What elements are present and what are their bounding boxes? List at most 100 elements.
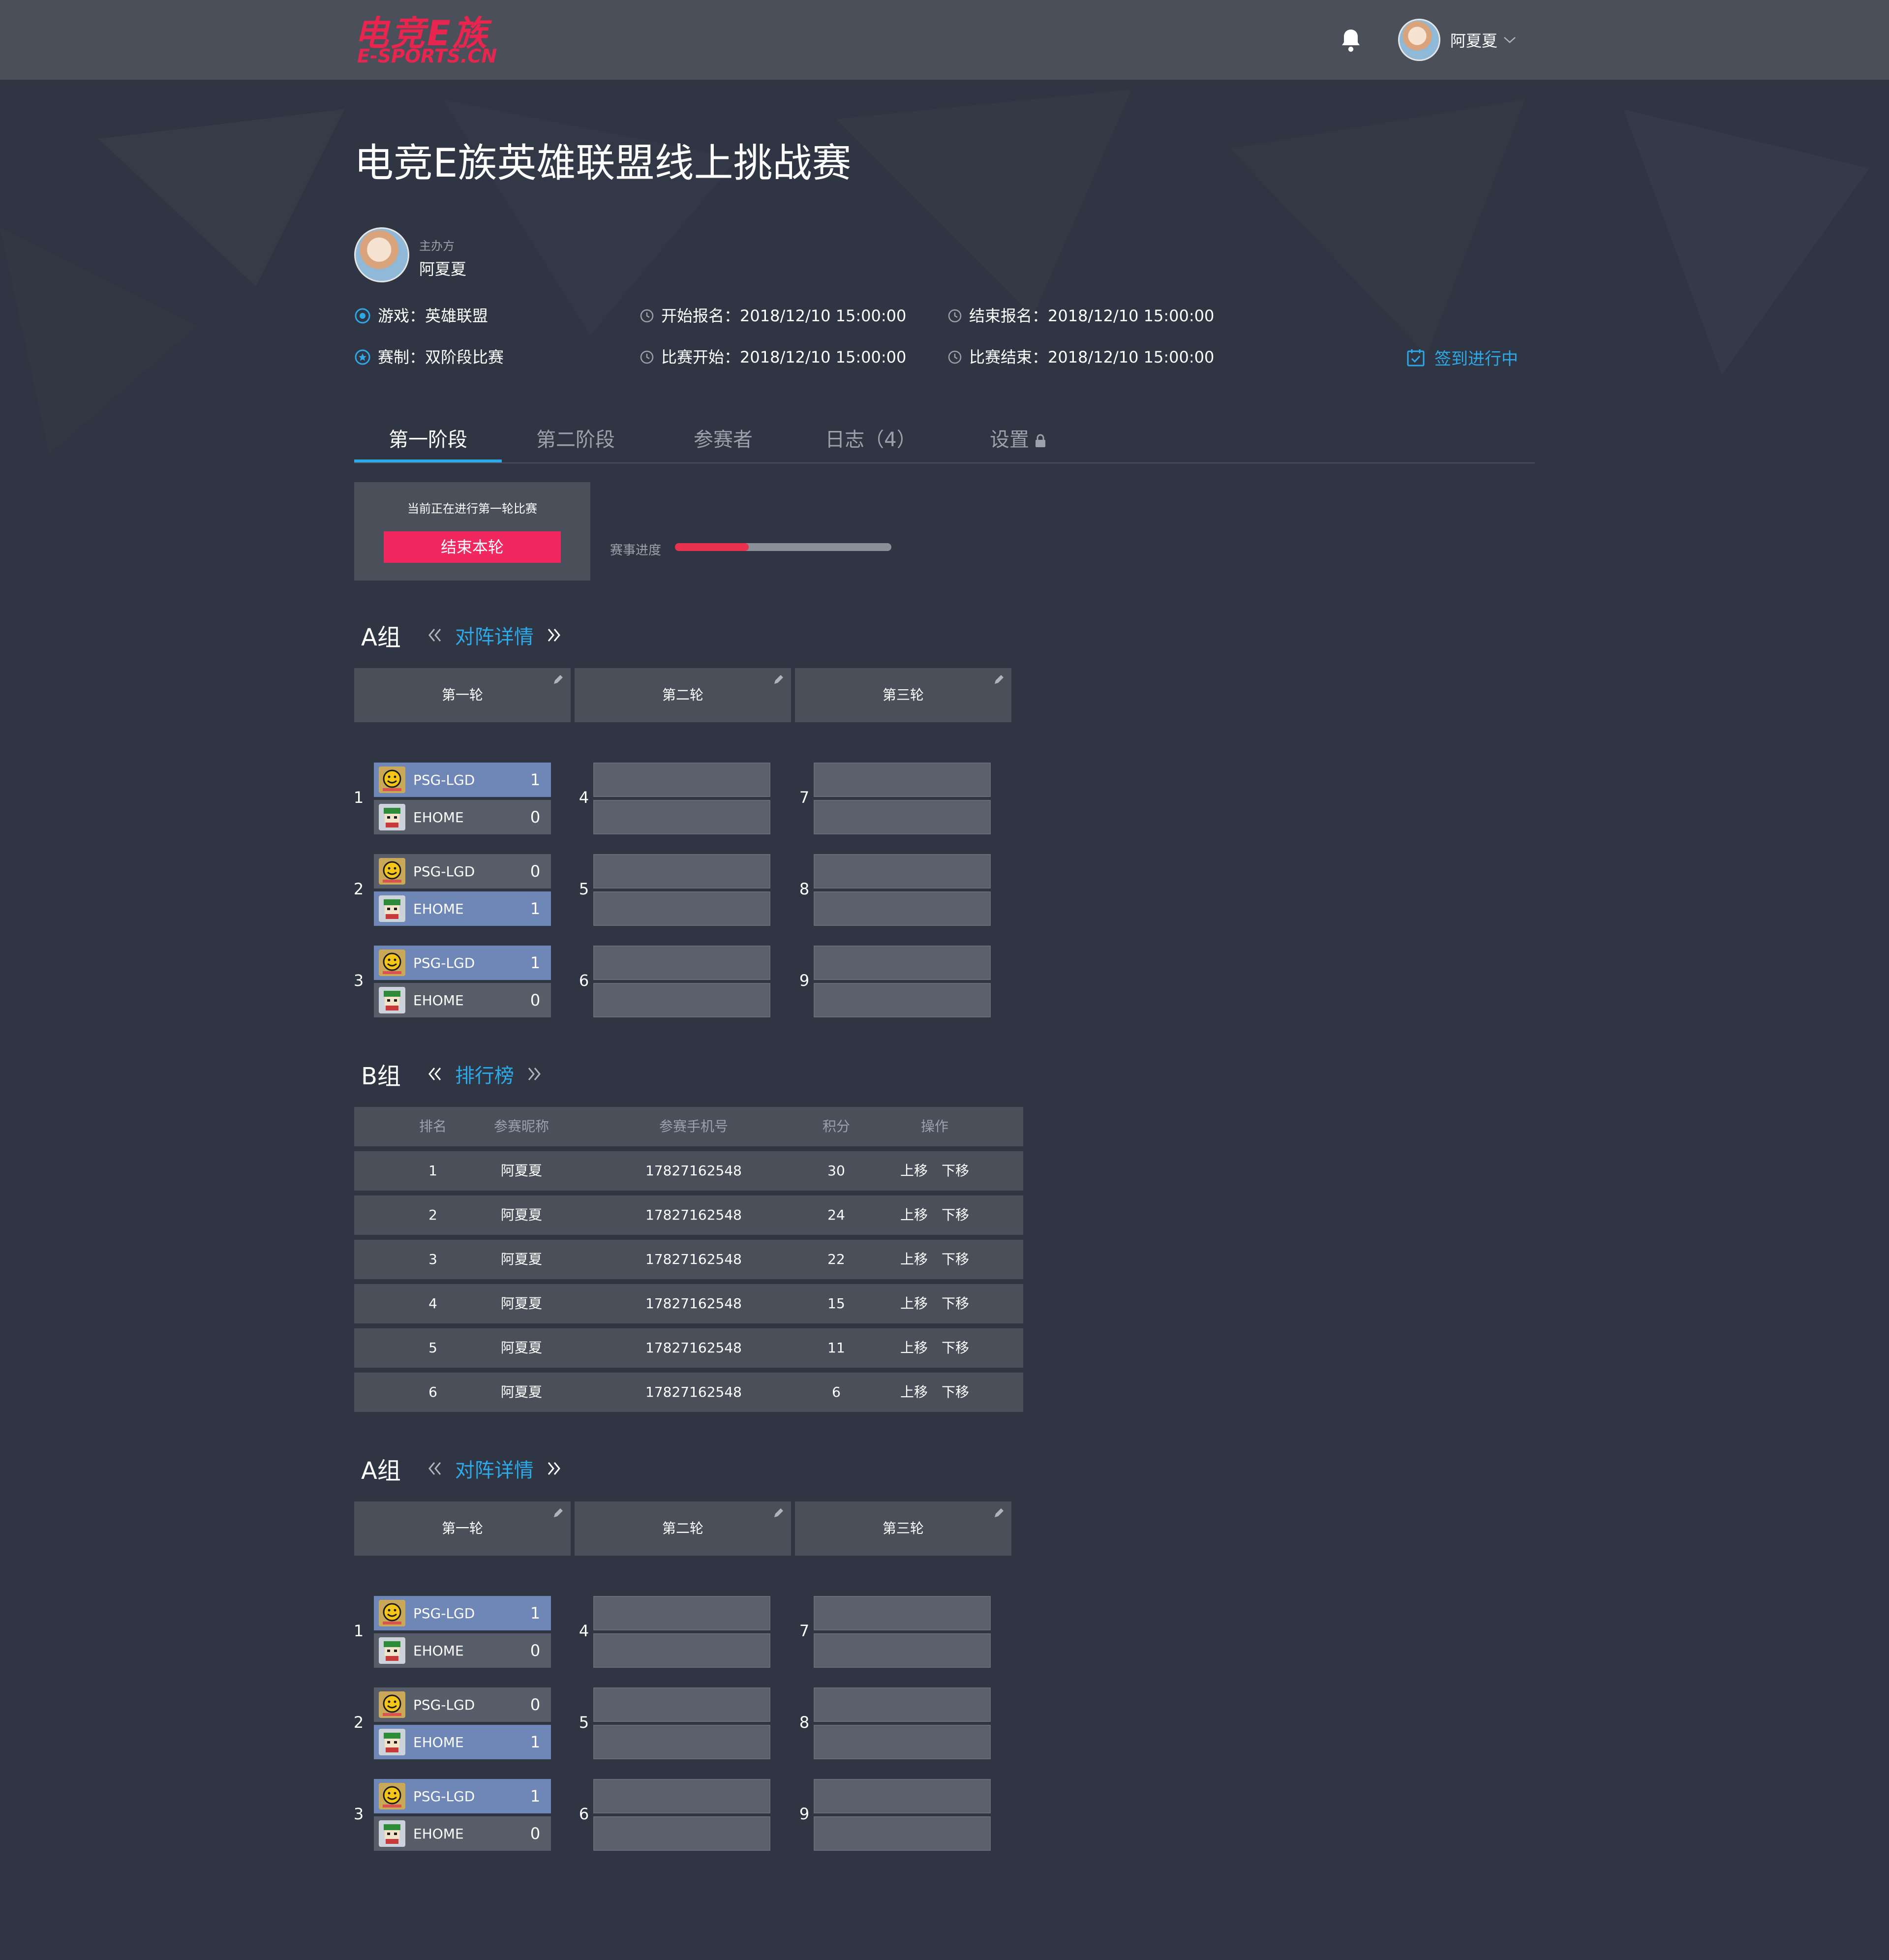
lock-icon (1036, 434, 1045, 447)
round-header[interactable]: 第一轮 (354, 668, 571, 722)
edit-pencil-icon[interactable] (552, 673, 565, 686)
empty-match-slot[interactable] (814, 854, 991, 888)
match-slot-team2[interactable]: EHOME 0 (374, 1633, 551, 1668)
match-number: 4 (579, 1622, 589, 1640)
move-down-button[interactable]: 下移 (942, 1328, 969, 1368)
empty-match-slot[interactable] (593, 1687, 770, 1722)
empty-match-slot[interactable] (593, 1633, 770, 1668)
team-name: EHOME (413, 1825, 464, 1842)
move-down-button[interactable]: 下移 (942, 1195, 969, 1235)
move-up-button[interactable]: 上移 (900, 1151, 928, 1191)
empty-match-slot[interactable] (593, 1779, 770, 1813)
move-up-button[interactable]: 上移 (900, 1240, 928, 1279)
empty-match-slot[interactable] (814, 891, 991, 926)
ranking-table: 排名 参赛昵称 参赛手机号 积分 操作 1 阿夏夏 17827162548 30… (354, 1107, 1023, 1417)
double-chevron-right-icon[interactable] (525, 1064, 545, 1084)
move-down-button[interactable]: 下移 (942, 1373, 969, 1412)
site-logo[interactable]: 电竞E族 E-SPORTS.CN (354, 14, 512, 66)
round-header[interactable]: 第三轮 (795, 1501, 1011, 1556)
empty-match-slot[interactable] (593, 891, 770, 926)
match-slot-team2[interactable]: EHOME 0 (374, 1816, 551, 1851)
empty-match-slot[interactable] (814, 1596, 991, 1630)
empty-match-slot[interactable] (593, 854, 770, 888)
empty-match-slot[interactable] (814, 1779, 991, 1813)
table-row: 6 阿夏夏 17827162548 6 上移 下移 (354, 1373, 1023, 1412)
move-down-button[interactable]: 下移 (942, 1151, 969, 1191)
actions-cell: 上移 下移 (885, 1373, 984, 1412)
empty-match-slot[interactable] (814, 946, 991, 980)
move-up-button[interactable]: 上移 (900, 1373, 928, 1412)
team-score: 0 (530, 1641, 541, 1660)
bell-icon[interactable] (1339, 28, 1363, 53)
double-chevron-left-icon[interactable] (425, 625, 444, 645)
nickname-cell: 阿夏夏 (500, 1207, 542, 1223)
double-chevron-left-icon[interactable] (425, 1064, 444, 1084)
empty-match-slot[interactable] (814, 983, 991, 1017)
round-header[interactable]: 第三轮 (795, 668, 1011, 722)
match-slot-team1[interactable]: PSG-LGD 1 (374, 1596, 551, 1630)
tab-stage-two[interactable]: 第二阶段 (502, 417, 649, 462)
empty-match-slot[interactable] (593, 1816, 770, 1851)
double-chevron-right-icon[interactable] (545, 1459, 564, 1478)
match-slot-team1[interactable]: PSG-LGD 0 (374, 1687, 551, 1722)
empty-match-slot[interactable] (593, 1725, 770, 1759)
empty-match-slot[interactable] (593, 946, 770, 980)
signin-status-link[interactable]: 签到进行中 (1406, 345, 1518, 369)
score-cell: 11 (827, 1340, 845, 1356)
column-header-actions: 操作 (920, 1118, 948, 1134)
empty-match-slot[interactable] (814, 800, 991, 834)
ranking-rows: 1 阿夏夏 17827162548 30 上移 下移 2 阿夏夏 17827162… (354, 1151, 1023, 1412)
empty-match-slot[interactable] (814, 1687, 991, 1722)
match-slot-team1[interactable]: PSG-LGD 1 (374, 946, 551, 980)
edit-pencil-icon[interactable] (552, 1506, 565, 1519)
current-round-card: 当前正在进行第一轮比赛 结束本轮 (354, 482, 590, 581)
organizer-name: 阿夏夏 (419, 260, 467, 278)
empty-match-slot[interactable] (814, 1633, 991, 1668)
match-number: 3 (353, 971, 364, 990)
round-header[interactable]: 第二轮 (575, 1501, 791, 1556)
match-slot-team2[interactable]: EHOME 1 (374, 1725, 551, 1759)
tab-participants[interactable]: 参赛者 (649, 417, 797, 462)
match-slot-team2[interactable]: EHOME 1 (374, 891, 551, 926)
match-slot-team2[interactable]: EHOME 0 (374, 983, 551, 1017)
match-detail-link[interactable]: 对阵详情 (455, 621, 534, 649)
tab-stage-one[interactable]: 第一阶段 (354, 417, 502, 462)
tab-settings[interactable]: 设置 (944, 417, 1092, 462)
edit-pencil-icon[interactable] (772, 1506, 785, 1519)
match-number: 9 (799, 1805, 810, 1823)
move-down-button[interactable]: 下移 (942, 1284, 969, 1323)
match-detail-link[interactable]: 对阵详情 (455, 1454, 534, 1483)
round-header[interactable]: 第二轮 (575, 668, 791, 722)
end-round-button[interactable]: 结束本轮 (384, 531, 561, 563)
move-up-button[interactable]: 上移 (900, 1284, 928, 1323)
empty-match-slot[interactable] (814, 763, 991, 797)
double-chevron-right-icon[interactable] (545, 625, 564, 645)
empty-match-slot[interactable] (814, 1725, 991, 1759)
double-chevron-left-icon[interactable] (425, 1459, 444, 1478)
user-menu[interactable]: 阿夏夏 (1398, 19, 1516, 61)
progress-bar-fill (675, 543, 749, 551)
empty-match-slot[interactable] (593, 763, 770, 797)
edit-pencil-icon[interactable] (772, 673, 785, 686)
empty-match-slot[interactable] (814, 1816, 991, 1851)
move-down-button[interactable]: 下移 (942, 1240, 969, 1279)
empty-match-slot[interactable] (593, 983, 770, 1017)
edit-pencil-icon[interactable] (993, 1506, 1005, 1519)
match-slot-team1[interactable]: PSG-LGD 0 (374, 854, 551, 888)
empty-match-slot[interactable] (593, 800, 770, 834)
team-name: EHOME (413, 809, 464, 826)
match-slot-team1[interactable]: PSG-LGD 1 (374, 1779, 551, 1813)
background-decoration (0, 90, 1869, 454)
tab-logs[interactable]: 日志（4） (797, 417, 944, 462)
move-up-button[interactable]: 上移 (900, 1195, 928, 1235)
round-header[interactable]: 第一轮 (354, 1501, 571, 1556)
round-label: 第三轮 (882, 687, 924, 703)
rank-cell: 3 (428, 1251, 437, 1267)
empty-match-slot[interactable] (593, 1596, 770, 1630)
team-name: PSG-LGD (413, 771, 475, 788)
match-slot-team1[interactable]: PSG-LGD 1 (374, 763, 551, 797)
edit-pencil-icon[interactable] (993, 673, 1005, 686)
match-slot-team2[interactable]: EHOME 0 (374, 800, 551, 834)
ranking-link[interactable]: 排行榜 (455, 1060, 514, 1088)
move-up-button[interactable]: 上移 (900, 1328, 928, 1368)
